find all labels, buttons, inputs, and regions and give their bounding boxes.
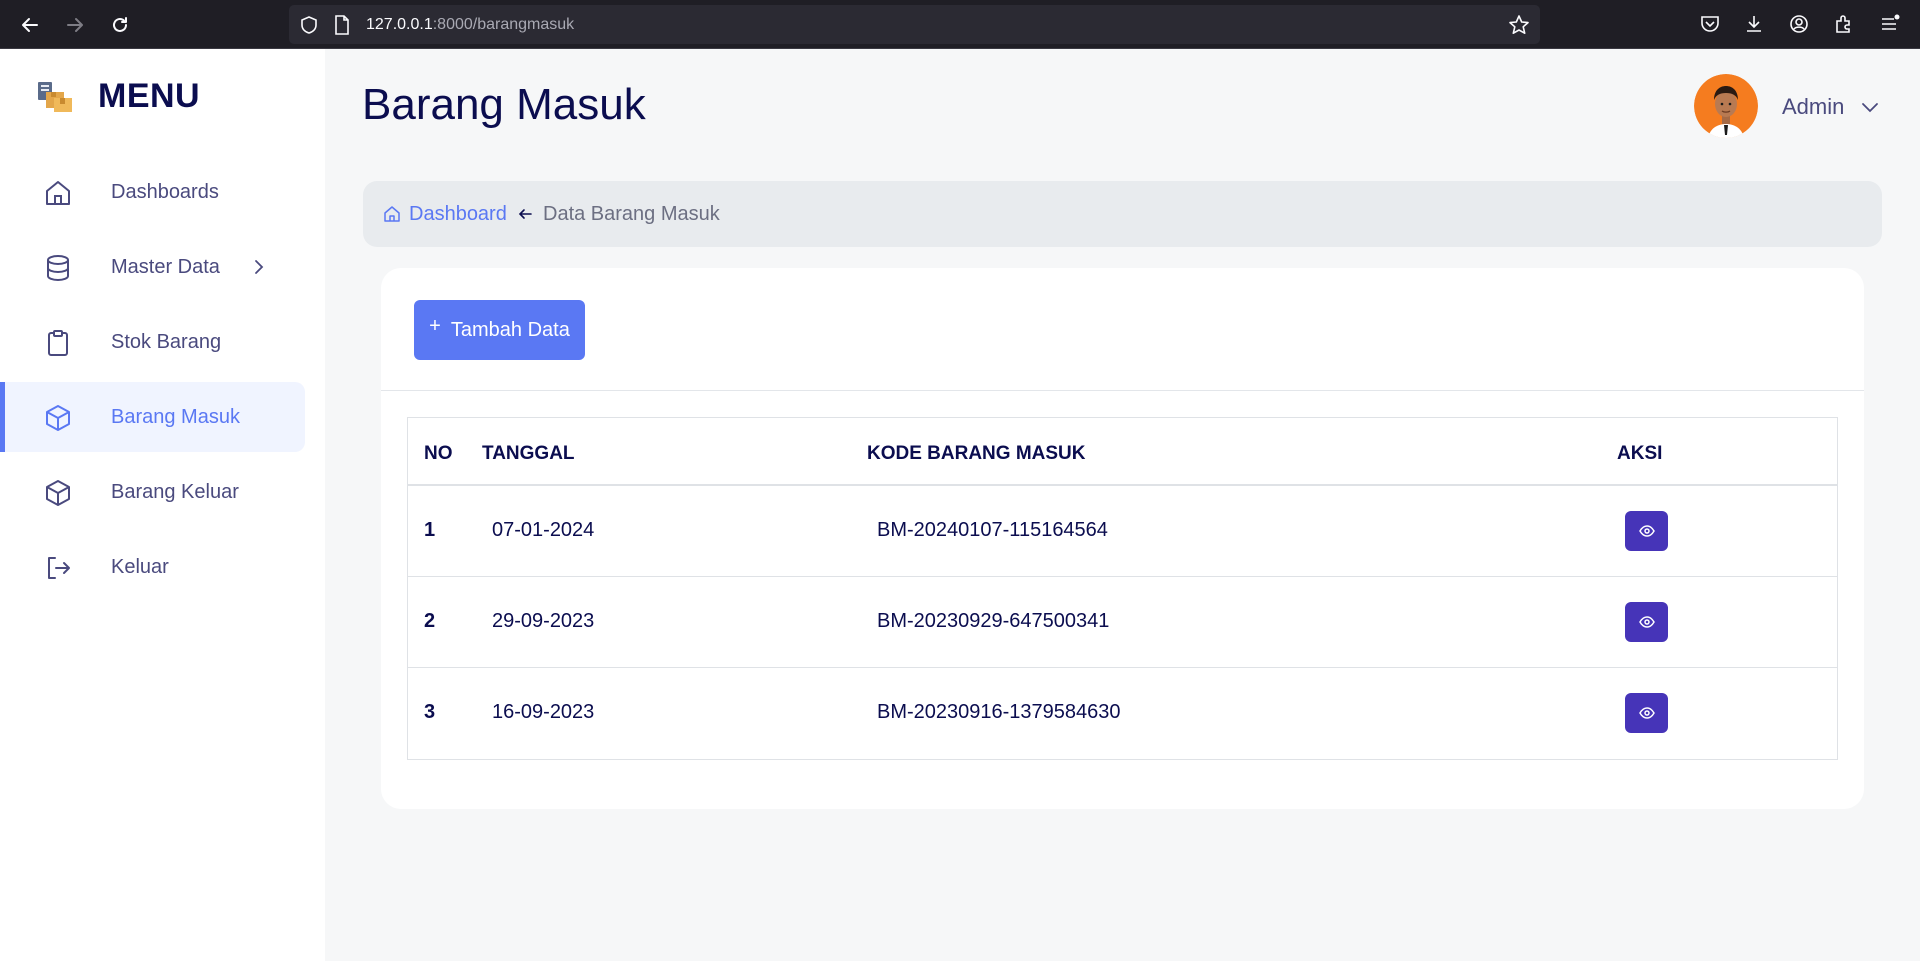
- sidebar: MENU Dashboards Master Data Stok Barang …: [0, 49, 325, 961]
- arrow-right-icon: [67, 18, 83, 32]
- logout-icon: [43, 553, 73, 583]
- cell-tanggal: 07-01-2024: [492, 519, 595, 541]
- reload-button[interactable]: [106, 11, 134, 39]
- hamburger-menu-icon: [1882, 14, 1900, 30]
- reload-icon: [113, 17, 127, 32]
- arrow-left-icon: [22, 18, 38, 32]
- boxes-logo-icon: [38, 82, 72, 112]
- home-icon: [43, 178, 73, 208]
- cell-tanggal: 16-09-2023: [492, 701, 595, 723]
- breadcrumb: Dashboard Data Barang Masuk: [363, 181, 1882, 247]
- breadcrumb-current: Data Barang Masuk: [543, 203, 720, 225]
- data-card: + Tambah Data NO TANGGAL KODE BARANG MAS…: [381, 268, 1864, 809]
- cell-tanggal: 29-09-2023: [492, 610, 595, 632]
- sidebar-item-barang-masuk[interactable]: Barang Masuk: [0, 382, 305, 452]
- plus-icon: +: [429, 314, 441, 337]
- download-icon: [1747, 16, 1761, 32]
- table-row: 3 16-09-2023 BM-20230916-1379584630: [408, 668, 1837, 759]
- account-button[interactable]: [1788, 13, 1812, 37]
- cell-no: 3: [424, 701, 436, 723]
- puzzle-icon: [1836, 15, 1850, 33]
- table-header: NO TANGGAL KODE BARANG MASUK AKSI: [408, 418, 1837, 486]
- pocket-icon: [1701, 16, 1719, 32]
- column-header-no: NO: [424, 443, 453, 464]
- page-title: Barang Masuk: [362, 80, 646, 129]
- sidebar-item-master-data[interactable]: Master Data: [0, 232, 305, 302]
- chevron-right-icon: [255, 260, 264, 274]
- downloads-button[interactable]: [1743, 13, 1767, 37]
- url-path: :8000/barangmasuk: [432, 16, 575, 33]
- url-host: 127.0.0.1: [366, 16, 433, 33]
- arrow-left-icon: [518, 209, 532, 219]
- view-button[interactable]: [1625, 602, 1668, 642]
- shield-icon[interactable]: [299, 15, 319, 35]
- cell-kode: BM-20230916-1379584630: [877, 701, 1121, 723]
- eye-icon: [1638, 616, 1655, 628]
- column-header-aksi: AKSI: [1617, 443, 1663, 464]
- column-header-kode: KODE BARANG MASUK: [867, 443, 1086, 464]
- sidebar-item-label: Master Data: [111, 255, 220, 278]
- column-header-tanggal: TANGGAL: [482, 443, 575, 464]
- database-icon: [43, 253, 73, 283]
- add-data-label: Tambah Data: [450, 318, 570, 341]
- add-data-button[interactable]: + Tambah Data: [414, 300, 585, 360]
- cell-kode: BM-20240107-115164564: [877, 519, 1108, 541]
- sidebar-item-label: Barang Masuk: [111, 405, 240, 428]
- address-bar[interactable]: 127.0.0.1:8000/barangmasuk: [289, 5, 1540, 44]
- user-avatar-icon: [1694, 74, 1758, 138]
- chevron-down-icon[interactable]: [1860, 98, 1880, 116]
- user-name[interactable]: Admin: [1782, 94, 1844, 120]
- back-button[interactable]: [16, 11, 44, 39]
- page-icon[interactable]: [333, 15, 351, 35]
- clipboard-icon: [43, 328, 73, 358]
- pocket-button[interactable]: [1699, 13, 1723, 37]
- card-divider: [381, 390, 1864, 391]
- star-icon[interactable]: [1508, 14, 1530, 36]
- sidebar-item-dashboards[interactable]: Dashboards: [0, 157, 305, 227]
- eye-icon: [1638, 707, 1655, 719]
- sidebar-item-label: Stok Barang: [111, 330, 222, 353]
- extensions-button[interactable]: [1833, 13, 1857, 37]
- forward-button[interactable]: [61, 11, 89, 39]
- home-icon[interactable]: [383, 205, 401, 223]
- cell-no: 2: [424, 610, 436, 632]
- cell-no: 1: [424, 519, 436, 541]
- brand: MENU: [36, 75, 200, 117]
- browser-toolbar: 127.0.0.1:8000/barangmasuk: [0, 0, 1920, 49]
- avatar[interactable]: [1694, 74, 1758, 138]
- app-menu-button[interactable]: [1878, 13, 1902, 37]
- brand-title: MENU: [98, 76, 201, 115]
- sidebar-item-stok-barang[interactable]: Stok Barang: [0, 307, 305, 377]
- barang-masuk-table: NO TANGGAL KODE BARANG MASUK AKSI 1 07-0…: [407, 417, 1838, 760]
- sidebar-item-label: Barang Keluar: [111, 480, 239, 503]
- table-row: 1 07-01-2024 BM-20240107-115164564: [408, 486, 1837, 577]
- table-row: 2 29-09-2023 BM-20230929-647500341: [408, 577, 1837, 668]
- sidebar-item-barang-keluar[interactable]: Barang Keluar: [0, 457, 305, 527]
- sidebar-item-keluar[interactable]: Keluar: [0, 532, 305, 602]
- view-button[interactable]: [1625, 693, 1668, 733]
- box-icon: [43, 403, 73, 433]
- cell-kode: BM-20230929-647500341: [877, 610, 1110, 632]
- breadcrumb-dashboard-link[interactable]: Dashboard: [409, 203, 507, 226]
- box-icon: [43, 478, 73, 508]
- url-text[interactable]: 127.0.0.1:8000/barangmasuk: [366, 16, 574, 34]
- account-icon: [1790, 15, 1808, 33]
- sidebar-item-label: Dashboards: [111, 180, 219, 203]
- eye-icon: [1638, 525, 1655, 537]
- view-button[interactable]: [1625, 511, 1668, 551]
- sidebar-item-label: Keluar: [111, 555, 169, 578]
